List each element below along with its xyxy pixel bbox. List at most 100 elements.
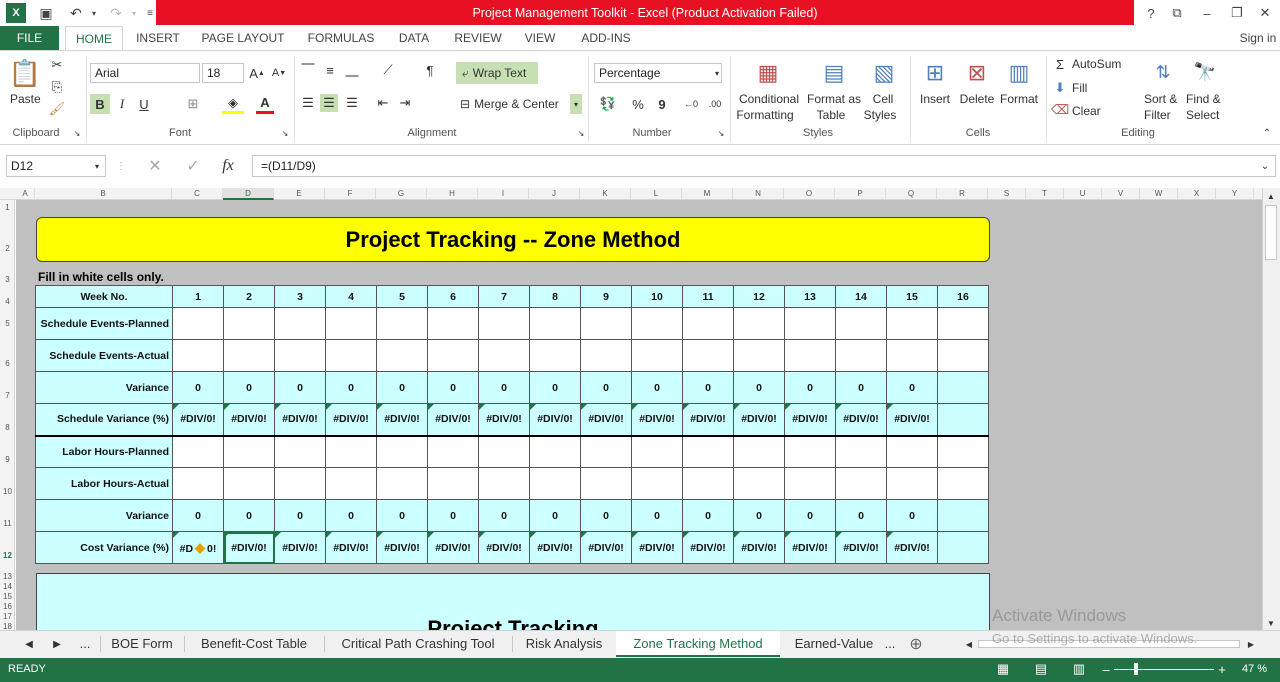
cell-styles-label-2[interactable]: Styles (862, 108, 898, 122)
column-header[interactable]: J (529, 188, 580, 200)
italic-button[interactable]: I (114, 94, 130, 114)
sign-in-link[interactable]: Sign in (1236, 26, 1280, 50)
variance-cell[interactable]: 0 (427, 499, 479, 532)
tab-add-ins[interactable]: ADD-INS (574, 26, 638, 50)
column-header[interactable]: V (1102, 188, 1140, 200)
input-cell[interactable] (733, 467, 785, 500)
row-header[interactable]: 2 (0, 244, 15, 253)
column-header[interactable]: B (35, 188, 172, 200)
zoom-level[interactable]: 47 % (1242, 663, 1267, 675)
variance-cell[interactable]: 0 (325, 371, 377, 404)
input-cell[interactable] (937, 307, 989, 340)
input-cell[interactable] (478, 339, 530, 372)
formula-input[interactable]: =(D11/D9) (252, 155, 1276, 177)
name-box-dropdown-icon[interactable]: ▾ (92, 159, 102, 173)
percent-error-cell[interactable]: #DIV/0! (580, 531, 632, 564)
sort-filter-label-2[interactable]: Filter (1144, 108, 1171, 122)
variance-cell[interactable]: 0 (274, 371, 326, 404)
input-cell[interactable] (784, 434, 836, 468)
format-cells-icon[interactable]: ▥ (1004, 56, 1034, 90)
fill-color-icon[interactable]: ◈ (222, 94, 244, 114)
week-number-cell[interactable]: 12 (733, 285, 785, 308)
collapse-ribbon-icon[interactable]: ⌃ (1260, 128, 1274, 139)
variance-cell[interactable]: 0 (325, 499, 377, 532)
row-header[interactable]: 3 (0, 275, 15, 284)
input-cell[interactable] (325, 339, 377, 372)
tab-view[interactable]: VIEW (518, 26, 562, 50)
scroll-up-icon[interactable]: ▲ (1264, 190, 1278, 202)
format-painter-icon[interactable]: 🖌 (48, 100, 66, 118)
input-cell[interactable] (223, 339, 275, 372)
variance-cell[interactable]: 0 (835, 499, 887, 532)
empty-cell[interactable] (937, 403, 989, 436)
clear-button[interactable]: Clear (1072, 104, 1101, 118)
column-header[interactable]: P (835, 188, 886, 200)
row-header[interactable]: 15 (0, 592, 15, 601)
input-cell[interactable] (886, 339, 938, 372)
fill-button[interactable]: Fill (1072, 81, 1087, 95)
column-header[interactable]: F (325, 188, 376, 200)
column-header[interactable]: U (1064, 188, 1102, 200)
column-header[interactable]: T (1026, 188, 1064, 200)
column-header[interactable]: E (274, 188, 325, 200)
input-cell[interactable] (682, 434, 734, 468)
column-header[interactable]: N (733, 188, 784, 200)
format-as-table-label-2[interactable]: Table (808, 108, 854, 122)
input-cell[interactable] (325, 467, 377, 500)
week-number-cell[interactable]: 10 (631, 285, 683, 308)
variance-cell[interactable]: 0 (682, 371, 734, 404)
input-cell[interactable] (223, 467, 275, 500)
row-label-labor-actual[interactable]: Labor Hours-Actual (35, 467, 173, 500)
copy-icon[interactable]: ⎘ (48, 78, 66, 96)
column-header[interactable]: Q (886, 188, 937, 200)
input-cell[interactable] (376, 467, 428, 500)
variance-cell[interactable]: 0 (529, 499, 581, 532)
cell-styles-icon[interactable]: ▧ (868, 56, 900, 90)
input-cell[interactable] (784, 339, 836, 372)
align-right-icon[interactable]: ☰ (344, 94, 360, 112)
variance-cell[interactable]: 0 (580, 499, 632, 532)
column-header[interactable]: O (784, 188, 835, 200)
comma-style-button[interactable]: 9 (654, 94, 670, 114)
input-cell[interactable] (784, 307, 836, 340)
column-header[interactable]: K (580, 188, 631, 200)
percent-error-cell[interactable]: #DIV/0! (376, 531, 428, 564)
row-header[interactable]: 7 (0, 391, 15, 400)
sort-filter-icon[interactable]: ⇅ (1148, 56, 1178, 88)
variance-cell[interactable]: 0 (682, 499, 734, 532)
input-cell[interactable] (529, 307, 581, 340)
delete-cells-button[interactable]: Delete (958, 92, 996, 106)
input-cell[interactable] (172, 434, 224, 468)
column-header[interactable]: W (1140, 188, 1178, 200)
row-header[interactable]: 14 (0, 582, 15, 591)
insert-function-button[interactable]: fx (216, 156, 240, 176)
input-cell[interactable] (325, 434, 377, 468)
format-cells-button[interactable]: Format (998, 92, 1040, 106)
row-header[interactable]: 17 (0, 612, 15, 621)
wrap-text-button[interactable]: ⤶ Wrap Text (456, 62, 538, 84)
percent-error-cell[interactable]: #DIV/0! (427, 531, 479, 564)
percent-error-cell[interactable]: #DIV/0! (835, 531, 887, 564)
shrink-font-icon[interactable]: A ▼ (270, 63, 288, 83)
row-label-sched-actual[interactable]: Schedule Events-Actual (35, 339, 173, 372)
row-label-labor-planned[interactable]: Labor Hours-Planned (35, 434, 173, 468)
input-cell[interactable] (631, 467, 683, 500)
zoom-in-icon[interactable]: + (1216, 661, 1228, 677)
column-header[interactable]: A (16, 188, 35, 200)
tab-page-layout[interactable]: PAGE LAYOUT (196, 26, 290, 50)
font-name-input[interactable]: Arial (90, 63, 200, 83)
variance-cell[interactable]: 0 (580, 371, 632, 404)
error-cell[interactable]: #D ◆ 0! (172, 531, 224, 564)
hscroll-right-icon[interactable]: ▶ (1244, 637, 1258, 651)
week-number-cell[interactable]: 16 (937, 285, 989, 308)
input-cell[interactable] (733, 339, 785, 372)
week-number-cell[interactable]: 3 (274, 285, 326, 308)
sheet-tab-benefit-cost[interactable]: Benefit-Cost Table (188, 631, 320, 657)
week-number-cell[interactable]: 9 (580, 285, 632, 308)
input-cell[interactable] (937, 434, 989, 468)
row-header[interactable]: 12 (0, 551, 15, 560)
column-header[interactable]: D (223, 188, 274, 200)
zoom-slider-thumb[interactable] (1134, 663, 1138, 675)
column-header[interactable]: M (682, 188, 733, 200)
top-align-icon[interactable]: ⎺ (300, 62, 316, 78)
